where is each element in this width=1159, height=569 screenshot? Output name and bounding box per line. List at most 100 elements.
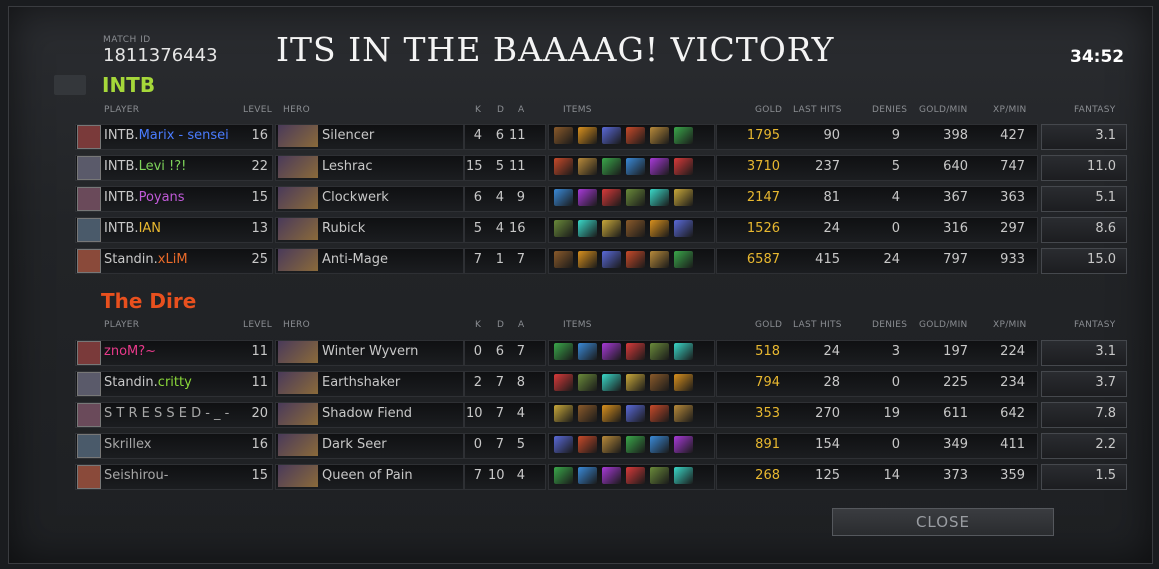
item-icon[interactable] [650, 405, 669, 422]
item-icon[interactable] [650, 343, 669, 360]
item-icon[interactable] [626, 374, 645, 391]
player-name[interactable]: Seishirou- [104, 468, 168, 483]
player-level: 22 [251, 159, 268, 174]
hero-name: Shadow Fiend [322, 406, 413, 421]
player-name[interactable]: Standin.critty [104, 375, 192, 390]
hero-portrait-icon[interactable] [278, 403, 318, 425]
item-icon[interactable] [578, 343, 597, 360]
column-header-gold-min: GOLD/MIN [919, 105, 968, 115]
item-icon[interactable] [674, 343, 693, 360]
player-name[interactable]: INTB.Poyans [104, 190, 185, 205]
player-gold: 794 [755, 375, 780, 390]
fantasy-score: 15.0 [1087, 252, 1116, 267]
hero-portrait-icon[interactable] [278, 341, 318, 363]
column-header-gold: GOLD [755, 320, 783, 330]
column-header-denies: DENIES [872, 320, 908, 330]
hero-portrait-icon[interactable] [278, 465, 318, 487]
hero-portrait-icon[interactable] [278, 249, 318, 271]
item-icon[interactable] [650, 127, 669, 144]
item-icon[interactable] [674, 158, 693, 175]
item-icon[interactable] [626, 251, 645, 268]
item-icon[interactable] [578, 127, 597, 144]
player-name[interactable]: Skrillex [104, 437, 151, 452]
hero-portrait-icon[interactable] [278, 156, 318, 178]
item-icon[interactable] [602, 251, 621, 268]
item-icon[interactable] [626, 436, 645, 453]
item-icon[interactable] [650, 158, 669, 175]
item-icon[interactable] [578, 467, 597, 484]
item-icon[interactable] [554, 405, 573, 422]
item-icon[interactable] [578, 251, 597, 268]
item-icon[interactable] [578, 374, 597, 391]
player-level: 16 [251, 128, 268, 143]
item-icon[interactable] [578, 436, 597, 453]
item-icon[interactable] [602, 467, 621, 484]
item-icon[interactable] [578, 220, 597, 237]
item-icon[interactable] [602, 158, 621, 175]
item-icon[interactable] [674, 467, 693, 484]
column-header-player: PLAYER [104, 105, 140, 115]
item-icon[interactable] [650, 251, 669, 268]
item-icon[interactable] [554, 374, 573, 391]
player-name[interactable]: Standin.xLiM [104, 252, 188, 267]
item-icon[interactable] [626, 189, 645, 206]
item-icon[interactable] [602, 374, 621, 391]
item-icon[interactable] [650, 374, 669, 391]
column-header-items: ITEMS [563, 320, 592, 330]
page-title: ITS IN THE BAAAAG! VICTORY [276, 30, 835, 69]
item-icon[interactable] [626, 405, 645, 422]
stat-a: 4 [516, 406, 525, 421]
hero-portrait-icon[interactable] [278, 372, 318, 394]
item-icon[interactable] [626, 220, 645, 237]
item-icon[interactable] [674, 189, 693, 206]
item-icon[interactable] [674, 220, 693, 237]
item-icon[interactable] [554, 220, 573, 237]
hero-name: Clockwerk [322, 190, 389, 205]
item-icon[interactable] [554, 158, 573, 175]
item-icon[interactable] [578, 189, 597, 206]
item-icon[interactable] [674, 251, 693, 268]
item-icon[interactable] [626, 158, 645, 175]
item-icon[interactable] [602, 405, 621, 422]
player-nickname: znoM?~ [104, 344, 157, 359]
item-icon[interactable] [674, 436, 693, 453]
item-icon[interactable] [602, 127, 621, 144]
hero-portrait-icon[interactable] [278, 125, 318, 147]
close-button[interactable]: CLOSE [832, 508, 1054, 536]
hero-portrait-icon[interactable] [278, 218, 318, 240]
item-icon[interactable] [602, 220, 621, 237]
item-icon[interactable] [650, 436, 669, 453]
item-icon[interactable] [554, 436, 573, 453]
player-level: 16 [251, 437, 268, 452]
item-icon[interactable] [626, 467, 645, 484]
item-icon[interactable] [626, 127, 645, 144]
player-name[interactable]: INTB.Marix - sensei [104, 128, 229, 143]
item-icon[interactable] [578, 405, 597, 422]
player-name[interactable]: S T R E S S E D - _ - [104, 406, 229, 421]
hero-portrait-icon[interactable] [278, 187, 318, 209]
item-icon[interactable] [626, 343, 645, 360]
item-icon[interactable] [650, 189, 669, 206]
item-icon[interactable] [674, 405, 693, 422]
item-icon[interactable] [554, 127, 573, 144]
hero-portrait-icon[interactable] [278, 434, 318, 456]
item-icon[interactable] [602, 343, 621, 360]
player-name[interactable]: znoM?~ [104, 344, 156, 359]
item-icon[interactable] [554, 189, 573, 206]
column-header-hero: HERO [283, 105, 310, 115]
item-icon[interactable] [674, 374, 693, 391]
column-header-xp-min: XP/MIN [993, 320, 1027, 330]
column-header-last-hits: LAST HITS [793, 320, 842, 330]
item-icon[interactable] [554, 251, 573, 268]
player-name[interactable]: INTB.IAN [104, 221, 161, 236]
item-icon[interactable] [602, 436, 621, 453]
item-icon[interactable] [578, 158, 597, 175]
item-icon[interactable] [554, 467, 573, 484]
player-name[interactable]: INTB.Levi !?! [104, 159, 186, 174]
item-icon[interactable] [602, 189, 621, 206]
hero-name: Dark Seer [322, 437, 387, 452]
item-icon[interactable] [554, 343, 573, 360]
item-icon[interactable] [674, 127, 693, 144]
item-icon[interactable] [650, 220, 669, 237]
item-icon[interactable] [650, 467, 669, 484]
